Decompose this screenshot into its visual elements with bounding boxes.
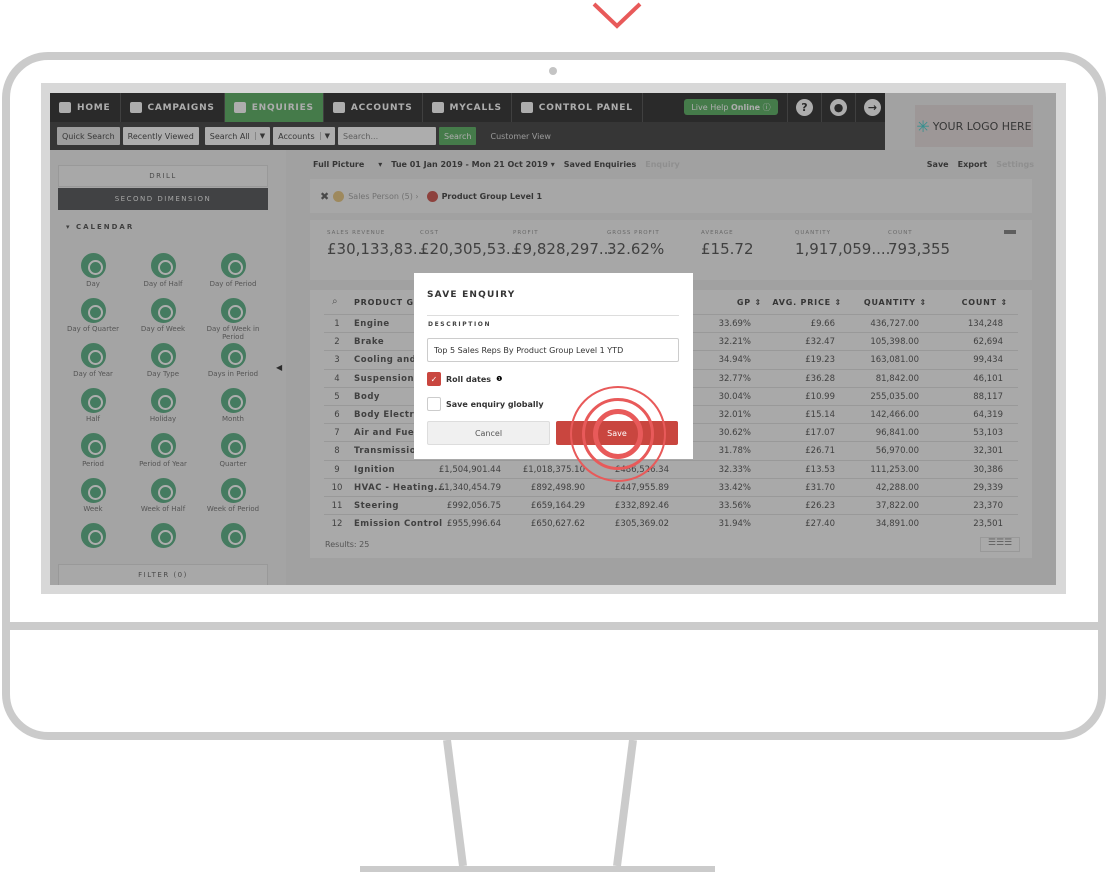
monitor-chin-divider xyxy=(8,622,1100,630)
info-icon[interactable]: ❶ xyxy=(496,375,502,383)
roll-dates-label: Roll dates xyxy=(446,374,492,384)
roll-dates-checkbox[interactable]: ✓ xyxy=(427,372,441,386)
description-input[interactable]: Top 5 Sales Reps By Product Group Level … xyxy=(427,338,679,362)
cancel-button[interactable]: Cancel xyxy=(427,421,550,445)
save-globally-label: Save enquiry globally xyxy=(446,399,544,409)
save-globally-option[interactable]: Save enquiry globally xyxy=(427,397,544,411)
save-globally-checkbox[interactable] xyxy=(427,397,441,411)
monitor-stand xyxy=(360,739,715,872)
description-label: DESCRIPTION xyxy=(428,321,492,328)
dialog-divider xyxy=(427,315,679,316)
monitor-camera xyxy=(549,67,557,75)
chevron-down-icon xyxy=(592,2,642,29)
roll-dates-option[interactable]: ✓ Roll dates ❶ xyxy=(427,372,502,386)
dialog-title: SAVE ENQUIRY xyxy=(427,290,516,300)
